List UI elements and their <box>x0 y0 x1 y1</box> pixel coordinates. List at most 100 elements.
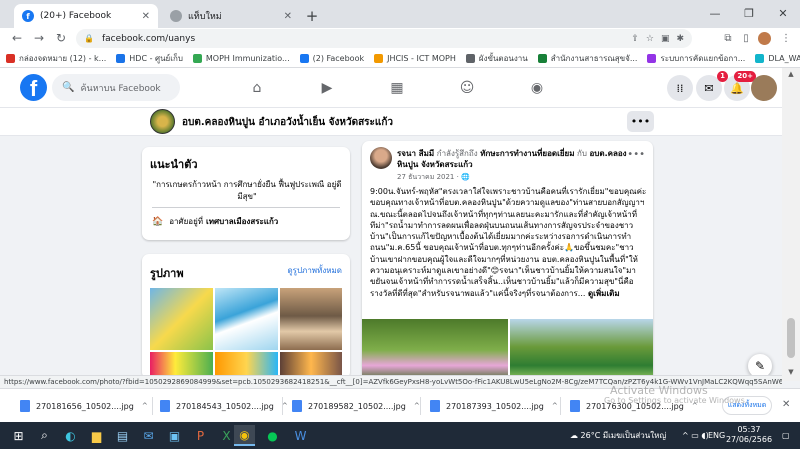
download-item[interactable]: 270184543_10502....jpg ^ <box>160 395 288 417</box>
chevron-up-icon[interactable]: ^ <box>142 402 148 410</box>
page-more-button[interactable]: ••• <box>627 111 654 132</box>
bookmark-item[interactable]: ระบบการคัดแยกข้อกา... <box>647 52 745 65</box>
tab-new-tab[interactable]: แท็บใหม่ ✕ <box>162 4 300 28</box>
image-file-icon <box>430 400 440 412</box>
bookmark-item[interactable]: ผังขั้นตอนงาน <box>465 52 528 65</box>
chevron-up-icon[interactable]: ^ <box>414 402 420 410</box>
photos-app-icon[interactable]: ▣ <box>164 425 185 446</box>
share-icon[interactable]: ⇪ <box>631 34 639 44</box>
address-bar[interactable]: 🔒 facebook.com/uanys ⇪ ☆ ▣ ✱ <box>76 29 692 48</box>
nav-watch-icon[interactable]: ▶ <box>292 68 362 108</box>
store-icon[interactable]: ▤ <box>112 425 133 446</box>
chrome-icon[interactable]: ◉ <box>234 425 255 446</box>
page-avatar[interactable] <box>150 109 175 134</box>
close-window-button[interactable]: ✕ <box>766 0 800 28</box>
post-author-name[interactable]: รจนา สีมมี <box>397 149 434 158</box>
nav-gaming-icon[interactable]: ◉ <box>502 68 572 108</box>
image-file-icon <box>292 400 302 412</box>
tab-title: (20+) Facebook <box>40 11 112 21</box>
image-file-icon <box>570 400 580 412</box>
profile-avatar[interactable] <box>758 32 771 45</box>
intro-location-row: 🏠 อาศัยอยู่ที่ เทศบาลเมืองสระแก้ว <box>152 215 278 228</box>
tab-facebook[interactable]: f (20+) Facebook ✕ <box>14 4 158 28</box>
download-item[interactable]: 270181656_10502....jpg ^ <box>20 395 148 417</box>
bookmark-item[interactable]: สำนักงานสาธารณสุขจั... <box>537 52 637 65</box>
messenger-icon: ✉ <box>704 81 714 95</box>
bookmark-star-icon[interactable]: ☆ <box>646 34 654 44</box>
download-item[interactable]: 270187393_10502....jpg ^ <box>430 395 558 417</box>
maximize-button[interactable]: ❐ <box>732 0 766 28</box>
menu-grid-button[interactable]: ⁞⁞ <box>667 75 693 101</box>
line-app-icon[interactable]: ● <box>262 425 283 446</box>
notification-center-icon[interactable]: ▢ <box>782 422 790 449</box>
scroll-up-icon[interactable]: ▲ <box>782 70 800 78</box>
notifications-button[interactable]: 🔔 20+ <box>724 71 756 101</box>
post-author-avatar[interactable] <box>370 147 392 169</box>
close-tab-icon[interactable]: ✕ <box>142 11 150 22</box>
bookmark-item[interactable]: HDC - ศูนย์เก็บ <box>116 52 183 65</box>
photo-thumbnail[interactable] <box>215 288 278 350</box>
mail-icon[interactable]: ✉ <box>138 425 159 446</box>
scroll-down-icon[interactable]: ▼ <box>782 368 800 376</box>
weather-cloud-icon: ☁ <box>570 431 578 440</box>
system-clock[interactable]: 05:37 27/06/2566 <box>724 425 774 445</box>
file-explorer-icon[interactable]: ▆ <box>86 425 107 446</box>
nav-home-icon[interactable]: ⌂ <box>222 68 292 108</box>
messenger-button[interactable]: ✉ 1 <box>696 71 728 101</box>
bookmark-favicon-icon <box>537 53 547 63</box>
extensions-puzzle-icon[interactable]: ⧉ <box>718 28 738 49</box>
search-icon[interactable]: ⌕ <box>34 425 55 446</box>
extension-icon[interactable]: ✱ <box>676 34 684 44</box>
scrollbar-thumb[interactable] <box>787 318 795 358</box>
nav-marketplace-icon[interactable]: ▦ <box>362 68 432 108</box>
account-avatar[interactable] <box>751 75 777 101</box>
bookmark-item[interactable]: (2) Facebook <box>299 53 364 63</box>
photo-thumbnail[interactable] <box>150 288 213 350</box>
divider <box>282 397 283 415</box>
download-filename: 270187393_10502....jpg <box>446 401 544 411</box>
edge-browser-icon[interactable]: ◐ <box>60 425 81 446</box>
post-options-icon[interactable]: ••• <box>627 149 645 160</box>
nav-groups-icon[interactable]: ☺ <box>432 68 502 108</box>
photo-thumbnail[interactable] <box>280 288 342 350</box>
facebook-search-input[interactable]: 🔍 ค้นหาบน Facebook <box>52 74 180 101</box>
start-windows-icon[interactable]: ⊞ <box>8 425 29 446</box>
clock-time: 05:37 <box>737 425 761 434</box>
bookmark-item[interactable]: กล่องจดหมาย (12) - k... <box>6 52 106 65</box>
download-filename: 270189582_10502....jpg <box>308 401 406 411</box>
word-icon[interactable]: W <box>290 425 311 446</box>
bookmark-item[interactable]: JHCIS - ICT MOPH <box>374 53 456 63</box>
grid-icon: ⁞⁞ <box>676 81 684 95</box>
bookmark-favicon-icon <box>647 53 657 63</box>
minimize-button[interactable]: — <box>698 0 732 28</box>
page-title[interactable]: อบต.คลองหินปูน อำเภอวังน้ำเย็น จังหวัดสร… <box>182 115 393 130</box>
side-panel-icon[interactable]: ▯ <box>736 28 756 49</box>
browser-toolbar: ← → ↻ 🔒 facebook.com/uanys ⇪ ☆ ▣ ✱ ⧉ ▯ ⋮ <box>0 28 800 49</box>
weather-widget[interactable]: ☁ 26°C มีเมฆเป็นส่วนใหญ่ <box>570 422 666 449</box>
download-item[interactable]: 270189582_10502....jpg ^ <box>292 395 420 417</box>
back-button[interactable]: ← <box>6 28 28 49</box>
bookmark-item[interactable]: MOPH Immunizatio... <box>192 53 290 63</box>
compose-icon: ✎ <box>754 359 766 373</box>
post-photo[interactable] <box>510 319 653 381</box>
see-all-photos-link[interactable]: ดูรูปภาพทั้งหมด <box>287 264 342 277</box>
post-timestamp[interactable]: 27 ธันวาคม 2021 · 🌐 <box>397 172 470 183</box>
tray-icons[interactable]: ^ ▭ ◖) <box>682 422 709 449</box>
close-shelf-icon[interactable]: ✕ <box>782 399 790 410</box>
chrome-menu-icon[interactable]: ⋮ <box>776 28 796 49</box>
screenshot-icon[interactable]: ▣ <box>661 34 670 44</box>
page-scrollbar[interactable]: ▲ ▼ <box>782 68 800 381</box>
post-photo[interactable] <box>362 319 508 381</box>
see-more-link[interactable]: ดูเพิ่มเติม <box>588 289 620 298</box>
reload-button[interactable]: ↻ <box>50 28 72 49</box>
chevron-up-icon[interactable]: ^ <box>552 402 558 410</box>
location-link[interactable]: เทศบาลเมืองสระแก้ว <box>206 215 278 228</box>
bookmark-item[interactable]: DLA_WASTE : INFO... <box>755 53 800 63</box>
intro-title: แนะนำตัว <box>150 158 198 171</box>
close-tab-icon[interactable]: ✕ <box>284 11 292 22</box>
new-tab-button[interactable]: + <box>302 6 322 26</box>
powerpoint-icon[interactable]: P <box>190 425 211 446</box>
input-language[interactable]: ENG <box>708 422 725 449</box>
forward-button[interactable]: → <box>28 28 50 49</box>
facebook-logo[interactable]: f <box>20 74 47 101</box>
